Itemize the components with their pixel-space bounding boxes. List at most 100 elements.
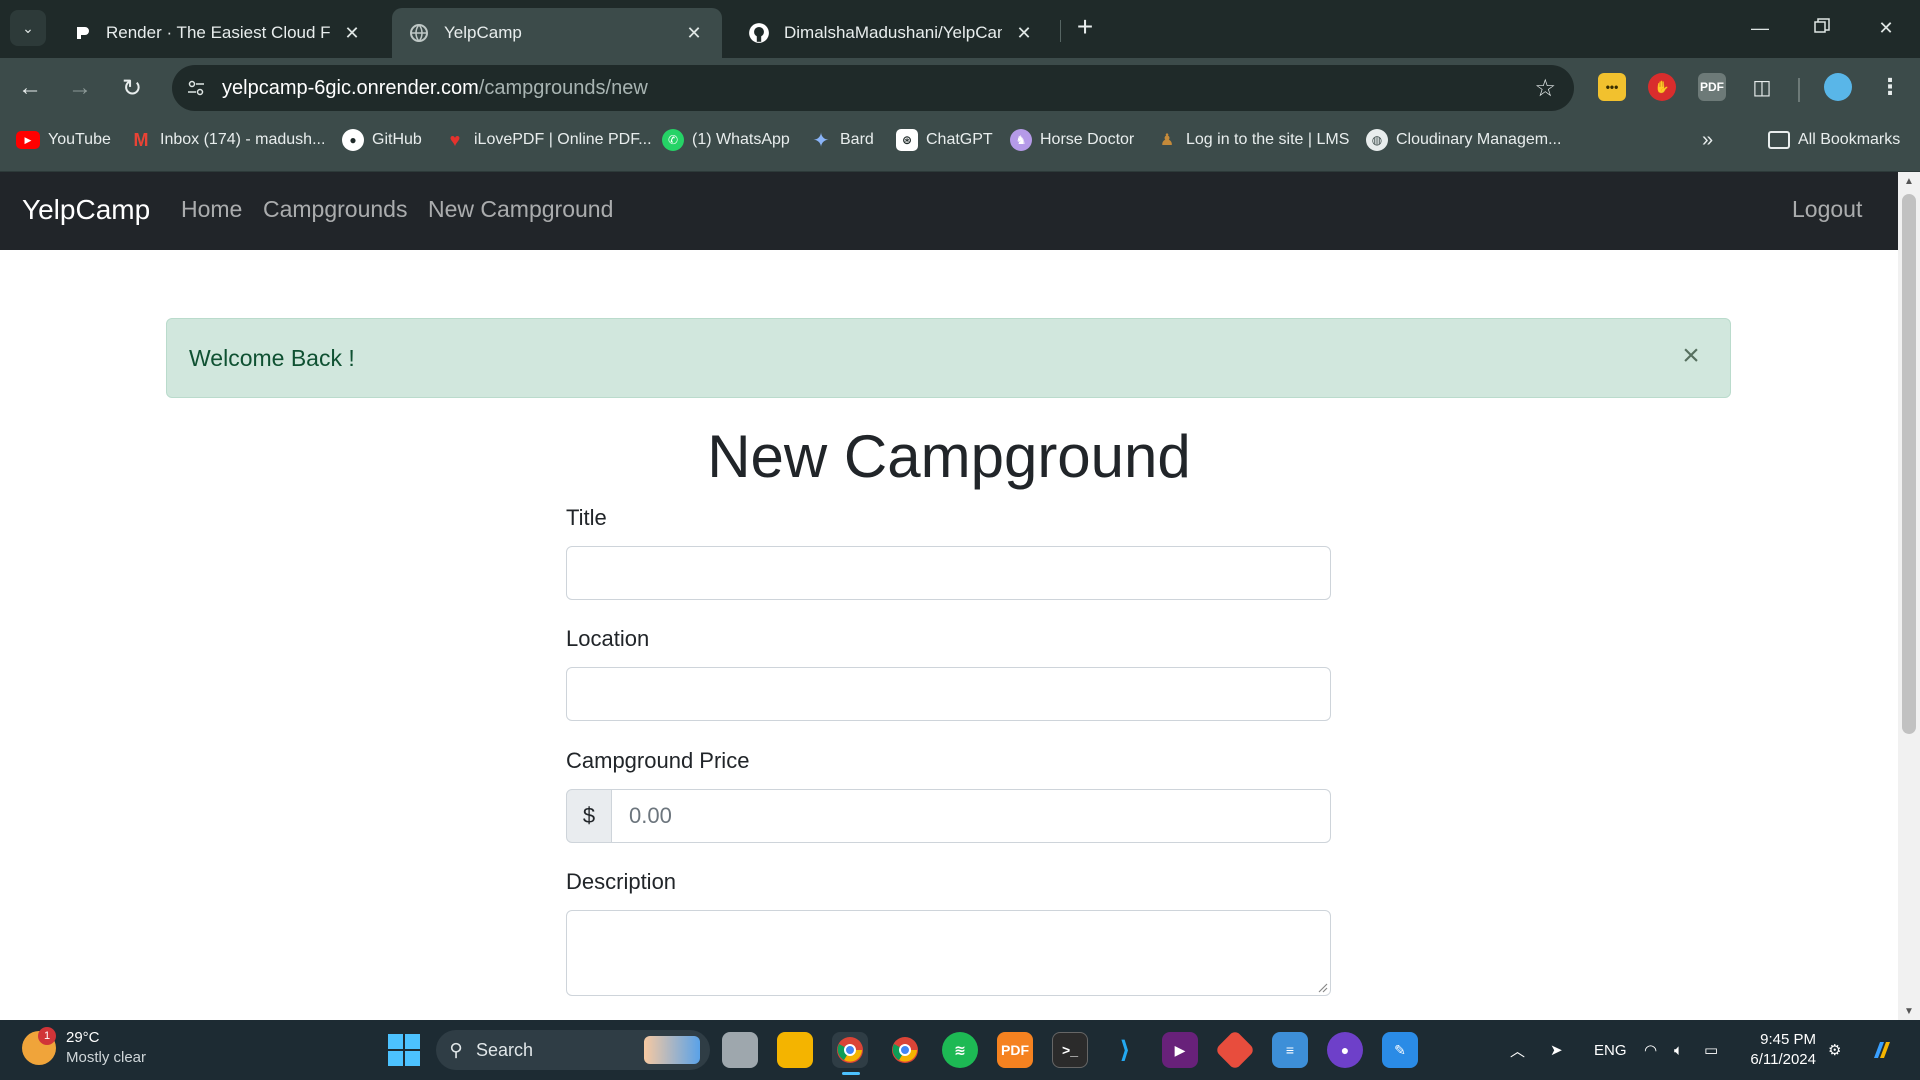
location-input[interactable]: [566, 667, 1331, 721]
location-icon[interactable]: ➤: [1550, 1020, 1563, 1080]
title-input[interactable]: [566, 546, 1331, 600]
bookmark-label: Inbox (174) - madush...: [160, 131, 326, 148]
render-icon: [70, 22, 92, 44]
bookmarks-bar: ▶ YouTube M Inbox (174) - madush... ● Gi…: [0, 118, 1920, 172]
reload-button[interactable]: ↻: [114, 70, 150, 106]
bookmark-horse-doctor[interactable]: ♞ Horse Doctor: [1010, 118, 1134, 162]
language-indicator[interactable]: ENG: [1594, 1020, 1627, 1080]
tab-github[interactable]: DimalshaMadushani/YelpCamp: A ✕: [732, 8, 1052, 58]
price-input[interactable]: 0.00: [612, 789, 1331, 843]
windows-logo-icon: [388, 1034, 403, 1049]
scroll-down-arrow-icon[interactable]: ▼: [1898, 1002, 1920, 1020]
resize-grip-icon[interactable]: [1316, 981, 1328, 993]
scrollbar-thumb[interactable]: [1902, 194, 1916, 734]
nav-home-link[interactable]: Home: [181, 196, 242, 223]
extension-pdf-icon[interactable]: PDF: [1698, 73, 1726, 101]
nav-campgrounds-link[interactable]: Campgrounds: [263, 196, 407, 223]
bookmark-ilovepdf[interactable]: ♥ iLovePDF | Online PDF...: [444, 118, 652, 162]
bookmark-label: (1) WhatsApp: [692, 131, 790, 148]
bookmark-youtube[interactable]: ▶ YouTube: [16, 118, 111, 162]
system-clock[interactable]: 9:45 PM 6/11/2024: [1740, 1030, 1816, 1070]
task-view-icon[interactable]: [722, 1032, 758, 1068]
bookmark-chatgpt[interactable]: ⊛ ChatGPT: [896, 118, 993, 162]
close-icon[interactable]: ✕: [1012, 21, 1036, 45]
folder-icon: [1768, 131, 1790, 149]
forward-button[interactable]: →: [62, 70, 98, 106]
file-explorer-icon[interactable]: [777, 1032, 813, 1068]
pdf-editor-icon[interactable]: PDF: [997, 1032, 1033, 1068]
tab-title: DimalshaMadushani/YelpCamp: A: [784, 23, 1002, 42]
chatgpt-icon: ⊛: [896, 129, 918, 151]
bookmark-cloudinary[interactable]: ◍ Cloudinary Managem...: [1366, 118, 1561, 162]
visual-studio-icon[interactable]: ▶: [1162, 1032, 1198, 1068]
git-icon[interactable]: [1214, 1029, 1256, 1071]
github-desktop-icon[interactable]: ●: [1327, 1032, 1363, 1068]
bookmark-whatsapp[interactable]: ✆ (1) WhatsApp: [662, 118, 790, 162]
taskbar-search[interactable]: ⚲ Search: [436, 1030, 710, 1070]
volume-icon[interactable]: 🔈︎: [1674, 1020, 1683, 1080]
whatsapp-icon: ✆: [662, 129, 684, 151]
bookmark-bard[interactable]: ✦ Bard: [810, 118, 874, 162]
extension-adblock-icon[interactable]: ✋: [1648, 73, 1676, 101]
close-icon[interactable]: ✕: [340, 21, 364, 45]
bookmark-label: iLovePDF | Online PDF...: [474, 131, 652, 148]
browser-tab-strip: ⌄ Render · The Easiest Cloud For All Y ✕…: [0, 0, 1920, 58]
profile-avatar[interactable]: [1824, 73, 1852, 101]
browser-toolbar: ← → ↻ yelpcamp-6gic.onrender.com/campgro…: [0, 58, 1920, 118]
tab-title: YelpCamp: [444, 23, 522, 42]
minimize-button[interactable]: —: [1740, 10, 1780, 46]
brand-link[interactable]: YelpCamp: [22, 194, 150, 226]
copilot-icon[interactable]: [1868, 1020, 1896, 1080]
show-hidden-icons[interactable]: ︿: [1510, 1020, 1525, 1080]
bookmark-gmail[interactable]: M Inbox (174) - madush...: [130, 118, 326, 162]
extension-password-icon[interactable]: •••: [1598, 73, 1626, 101]
extensions-puzzle-icon[interactable]: ◫: [1748, 73, 1776, 101]
all-bookmarks-button[interactable]: All Bookmarks: [1768, 118, 1900, 162]
tab-search-button[interactable]: ⌄: [10, 10, 46, 46]
new-tab-button[interactable]: +: [1070, 11, 1100, 42]
menu-kebab-icon[interactable]: ⋮: [1876, 73, 1904, 101]
bookmark-label: Log in to the site | LMS: [1186, 131, 1350, 148]
page-title: New Campground: [707, 423, 1191, 490]
site-info-icon[interactable]: [182, 74, 210, 102]
spotify-icon[interactable]: ≋: [942, 1032, 978, 1068]
arrow-left-icon: ←: [18, 74, 42, 101]
github-icon: [748, 22, 770, 44]
more-bookmarks-button[interactable]: »: [1702, 118, 1713, 162]
notifications-icon[interactable]: ⚙: [1828, 1020, 1841, 1080]
restore-icon: [1814, 17, 1830, 39]
title-label: Title: [566, 505, 607, 530]
vscode-icon[interactable]: ⟩: [1107, 1032, 1143, 1068]
photos-icon[interactable]: ✎: [1382, 1032, 1418, 1068]
tab-render[interactable]: Render · The Easiest Cloud For All Y ✕: [54, 8, 380, 58]
alert-close-button[interactable]: ×: [1676, 339, 1706, 372]
tab-yelpcamp[interactable]: YelpCamp ✕: [392, 8, 722, 58]
reload-icon: ↻: [121, 74, 143, 102]
bookmark-star-icon[interactable]: ☆: [1534, 74, 1556, 103]
weather-widget[interactable]: 1 29°C Mostly clear: [22, 1027, 146, 1068]
start-button[interactable]: [388, 1034, 420, 1066]
chevron-down-icon: ⌄: [22, 19, 34, 36]
battery-icon[interactable]: ▭: [1704, 1020, 1718, 1080]
back-button[interactable]: ←: [12, 70, 48, 106]
windows-taskbar: 1 29°C Mostly clear ⚲ Search ≋ PDF >_ ⟩ …: [0, 1020, 1920, 1080]
site-navbar: YelpCamp Home Campgrounds New Campground…: [0, 172, 1898, 250]
scroll-up-arrow-icon[interactable]: ▲: [1898, 172, 1920, 190]
wifi-icon[interactable]: ◠: [1644, 1020, 1657, 1080]
nav-logout-link[interactable]: Logout: [1792, 196, 1862, 223]
address-bar[interactable]: yelpcamp-6gic.onrender.com/campgrounds/n…: [172, 65, 1574, 111]
notepad-icon[interactable]: ≡: [1272, 1032, 1308, 1068]
chrome-profile-icon[interactable]: [887, 1032, 923, 1068]
bookmark-github[interactable]: ● GitHub: [342, 118, 422, 162]
bookmark-lms[interactable]: ♟ Log in to the site | LMS: [1156, 118, 1350, 162]
page-scrollbar[interactable]: ▲ ▼: [1898, 172, 1920, 1020]
alert-message: Welcome Back !: [189, 345, 355, 371]
terminal-icon[interactable]: >_: [1052, 1032, 1088, 1068]
chrome-icon[interactable]: [832, 1032, 868, 1068]
restore-button[interactable]: [1802, 10, 1842, 46]
description-textarea[interactable]: [566, 910, 1331, 996]
nav-new-campground-link[interactable]: New Campground: [428, 196, 613, 223]
close-icon[interactable]: ✕: [682, 21, 706, 45]
tab-separator: [1060, 20, 1061, 42]
close-window-button[interactable]: ✕: [1866, 10, 1906, 46]
